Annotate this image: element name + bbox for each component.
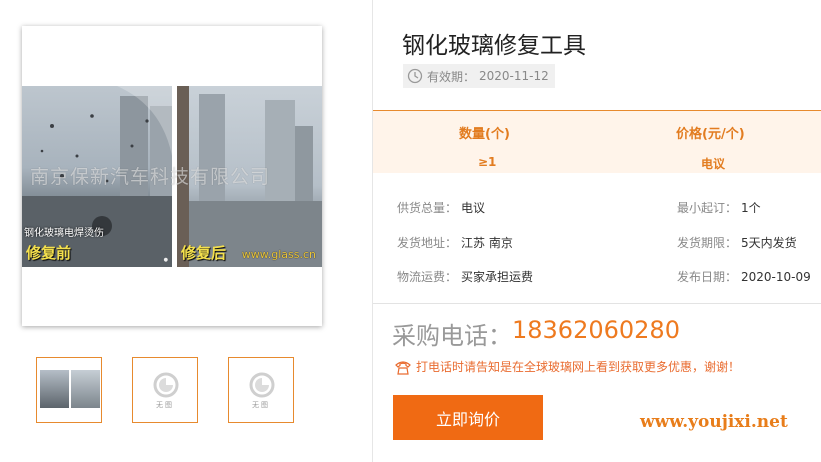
call-notice: 打电话时请告知是在全球玻璃网上看到获取更多优惠，谢谢！: [394, 358, 740, 375]
validity-badge: 有效期： 2020-11-12: [403, 64, 555, 88]
photo-caption: 钢化玻璃电焊烫伤: [24, 228, 104, 239]
attr-value: 1个: [741, 201, 761, 215]
attr-value: 江苏 南京: [461, 236, 513, 250]
vertical-divider: [372, 0, 373, 462]
no-image-icon: [249, 372, 275, 398]
horizontal-divider: [373, 303, 821, 304]
photo-site-watermark: www.glass.cn: [241, 248, 316, 261]
price-value: 电议: [701, 157, 726, 171]
attr-ship-from: 发货地址： 江苏 南京: [397, 234, 513, 251]
attr-label: 发货期限：: [677, 236, 738, 250]
attr-label: 供货总量：: [397, 201, 458, 215]
attr-value: 电议: [461, 201, 486, 215]
attr-label: 发货地址：: [397, 236, 458, 250]
attr-value: 买家承担运费: [461, 270, 534, 284]
attr-label: 发布日期：: [677, 270, 738, 284]
no-image-text: 无图: [252, 401, 270, 409]
attr-label: 最小起订：: [677, 201, 738, 215]
attr-min-order: 最小起订： 1个: [677, 199, 761, 216]
after-repair-label: 修复后: [181, 244, 227, 262]
call-notice-text: 打电话时请告知是在全球玻璃网上看到获取更多优惠，谢谢！: [416, 360, 741, 374]
main-product-image[interactable]: 钢化玻璃电焊烫伤 修复前 ● 修复后 www.glass.cn 南京保新汽车科技…: [22, 26, 322, 326]
validity-date: 2020-11-12: [479, 69, 549, 83]
site-watermark: www.youjixi.net: [640, 412, 788, 432]
thumbnail-photo: [40, 370, 100, 408]
no-image-text: 无图: [156, 401, 174, 409]
price-header: 价格(元/个): [676, 127, 745, 142]
price-table: 数量(个) 价格(元/个) ≥1 电议: [373, 110, 821, 173]
before-repair-label: 修复前: [26, 244, 72, 262]
attr-value: 5天内发货: [741, 236, 797, 250]
attr-label: 物流运费：: [397, 270, 458, 284]
attr-publish-date: 发布日期： 2020-10-09: [677, 268, 811, 285]
photo-small-mark: ●: [163, 257, 168, 263]
thumbnail-1[interactable]: [36, 357, 102, 423]
attr-freight: 物流运费： 买家承担运费: [397, 268, 533, 285]
inquiry-button[interactable]: 立即询价: [393, 395, 543, 440]
thumbnail-2[interactable]: 无图: [132, 357, 198, 423]
attr-supply-total: 供货总量： 电议: [397, 199, 485, 216]
product-title: 钢化玻璃修复工具: [402, 33, 586, 59]
phone-icon: [395, 360, 411, 375]
clock-icon: [407, 68, 423, 84]
company-watermark: 南京保新汽车科技有限公司: [30, 166, 271, 188]
no-image-icon: [153, 372, 179, 398]
thumbnail-3[interactable]: 无图: [228, 357, 294, 423]
attr-value: 2020-10-09: [741, 270, 811, 284]
phone-label: 采购电话：: [392, 322, 512, 350]
quantity-value: ≥1: [478, 155, 497, 169]
quantity-header: 数量(个): [459, 127, 510, 142]
validity-label: 有效期：: [427, 69, 476, 84]
phone-number[interactable]: 18362060280: [512, 316, 680, 344]
attr-ship-period: 发货期限： 5天内发货: [677, 234, 797, 251]
